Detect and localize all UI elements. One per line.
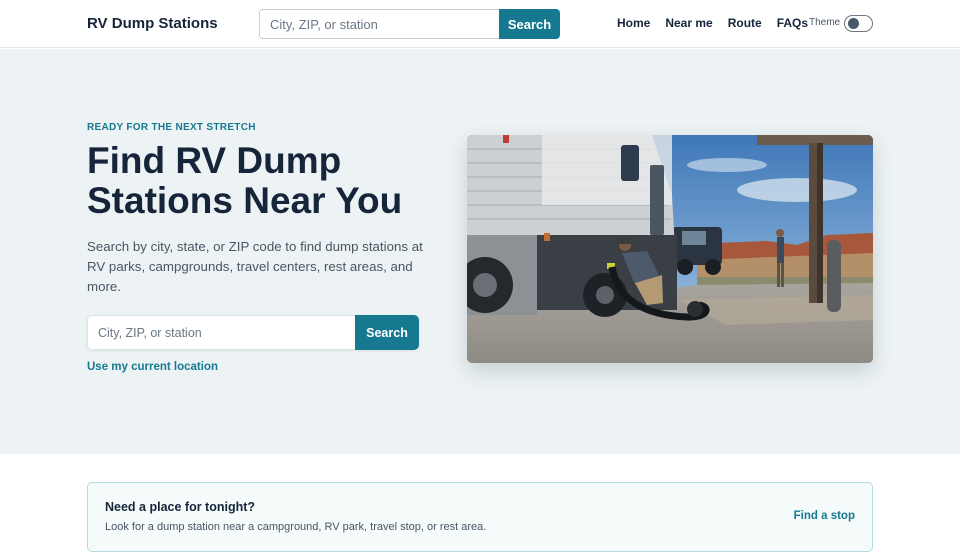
site-header: RV Dump Stations Search Home Near me Rou… (0, 0, 960, 48)
hero-search-button[interactable]: Search (355, 315, 419, 350)
promo-text: Look for a dump station near a campgroun… (105, 521, 487, 533)
page-title: Find RV Dump Stations Near You (87, 140, 403, 221)
hero-search-form: Search (87, 315, 419, 350)
header-search-form: Search (259, 9, 560, 39)
tonight-promo-card: Need a place for tonight? Look for a dum… (87, 482, 873, 552)
find-stop-link[interactable]: Find a stop (794, 510, 855, 522)
hero-section: READY FOR THE NEXT STRETCH Find RV Dump … (0, 49, 960, 454)
hero-photo (467, 135, 873, 363)
brand-logo[interactable]: RV Dump Stations (87, 15, 218, 32)
use-location-link[interactable]: Use my current location (87, 361, 218, 373)
main-nav: Home Near me Route FAQs (617, 16, 823, 30)
toggle-knob (848, 18, 859, 29)
promo-title: Need a place for tonight? (105, 500, 256, 514)
theme-toggle[interactable] (844, 15, 873, 32)
header-search-button[interactable]: Search (499, 9, 560, 39)
nav-route-link[interactable]: Route (728, 16, 762, 30)
hero-description: Search by city, state, or ZIP code to fi… (87, 239, 423, 294)
theme-label: Theme (809, 17, 841, 28)
nav-near-me-link[interactable]: Near me (665, 16, 712, 30)
nav-home-link[interactable]: Home (617, 16, 650, 30)
nav-faqs-link[interactable]: FAQs (777, 16, 808, 30)
header-search-input[interactable] (259, 9, 499, 39)
hero-search-input[interactable] (87, 315, 355, 350)
hero-eyebrow: READY FOR THE NEXT STRETCH (87, 122, 256, 133)
